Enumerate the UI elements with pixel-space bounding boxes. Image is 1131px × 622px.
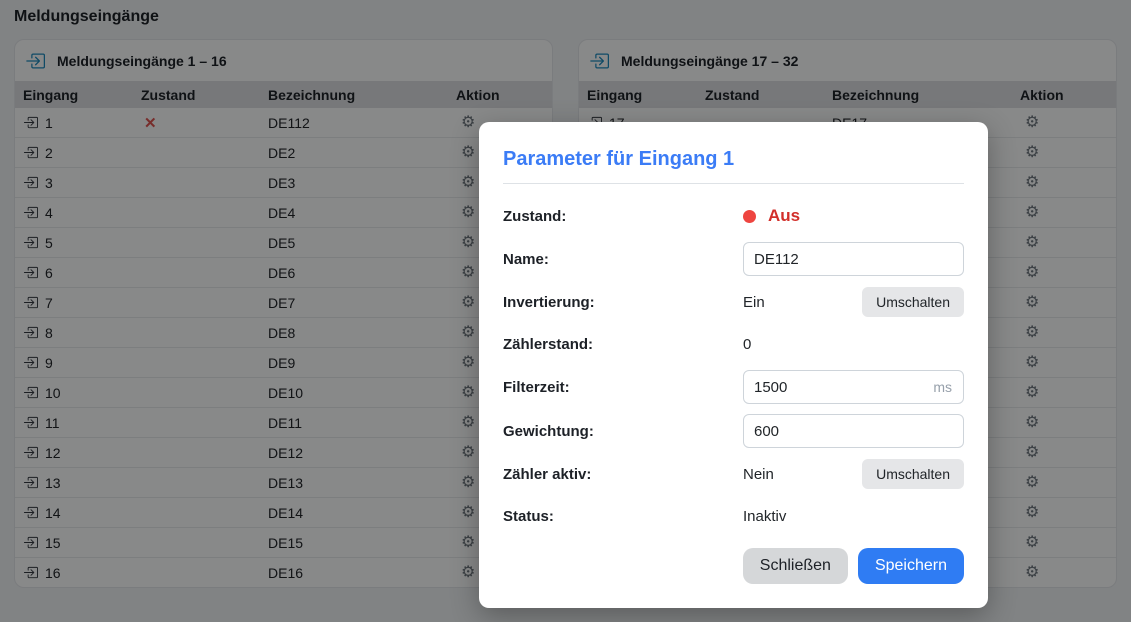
status-value: Inaktiv (743, 508, 964, 525)
zaehler-aktiv-label: Zähler aktiv: (503, 466, 743, 483)
parameter-dialog: Parameter für Eingang 1 Zustand: Aus Nam… (479, 122, 988, 608)
zaehler-aktiv-value: Nein (743, 466, 774, 483)
invertierung-toggle-button[interactable]: Umschalten (862, 287, 964, 317)
field-status: Status: Inaktiv (503, 500, 964, 532)
zaehler-aktiv-toggle-button[interactable]: Umschalten (862, 459, 964, 489)
field-invertierung: Invertierung: Ein Umschalten (503, 286, 964, 318)
status-label: Status: (503, 508, 743, 525)
field-gewichtung: Gewichtung: (503, 414, 964, 448)
field-zaehler-aktiv: Zähler aktiv: Nein Umschalten (503, 458, 964, 490)
field-zaehlerstand: Zählerstand: 0 (503, 328, 964, 360)
name-input[interactable] (743, 242, 964, 276)
status-dot-icon (743, 210, 756, 223)
zustand-label: Zustand: (503, 208, 743, 225)
invertierung-value: Ein (743, 294, 765, 311)
invertierung-label: Invertierung: (503, 294, 743, 311)
filterzeit-label: Filterzeit: (503, 379, 743, 396)
filterzeit-input[interactable] (743, 370, 964, 404)
gewichtung-input[interactable] (743, 414, 964, 448)
close-button[interactable]: Schließen (743, 548, 848, 584)
name-label: Name: (503, 251, 743, 268)
dialog-title: Parameter für Eingang 1 (503, 148, 964, 171)
zaehlerstand-label: Zählerstand: (503, 336, 743, 353)
filterzeit-unit: ms (933, 379, 952, 395)
save-button[interactable]: Speichern (858, 548, 964, 584)
zustand-text: Aus (768, 206, 800, 226)
field-name: Name: (503, 242, 964, 276)
field-zustand: Zustand: Aus (503, 200, 964, 232)
gewichtung-label: Gewichtung: (503, 423, 743, 440)
zaehlerstand-value: 0 (743, 336, 964, 353)
dialog-footer: Schließen Speichern (503, 548, 964, 584)
field-filterzeit: Filterzeit: ms (503, 370, 964, 404)
divider (503, 183, 964, 184)
zustand-value: Aus (743, 206, 964, 226)
